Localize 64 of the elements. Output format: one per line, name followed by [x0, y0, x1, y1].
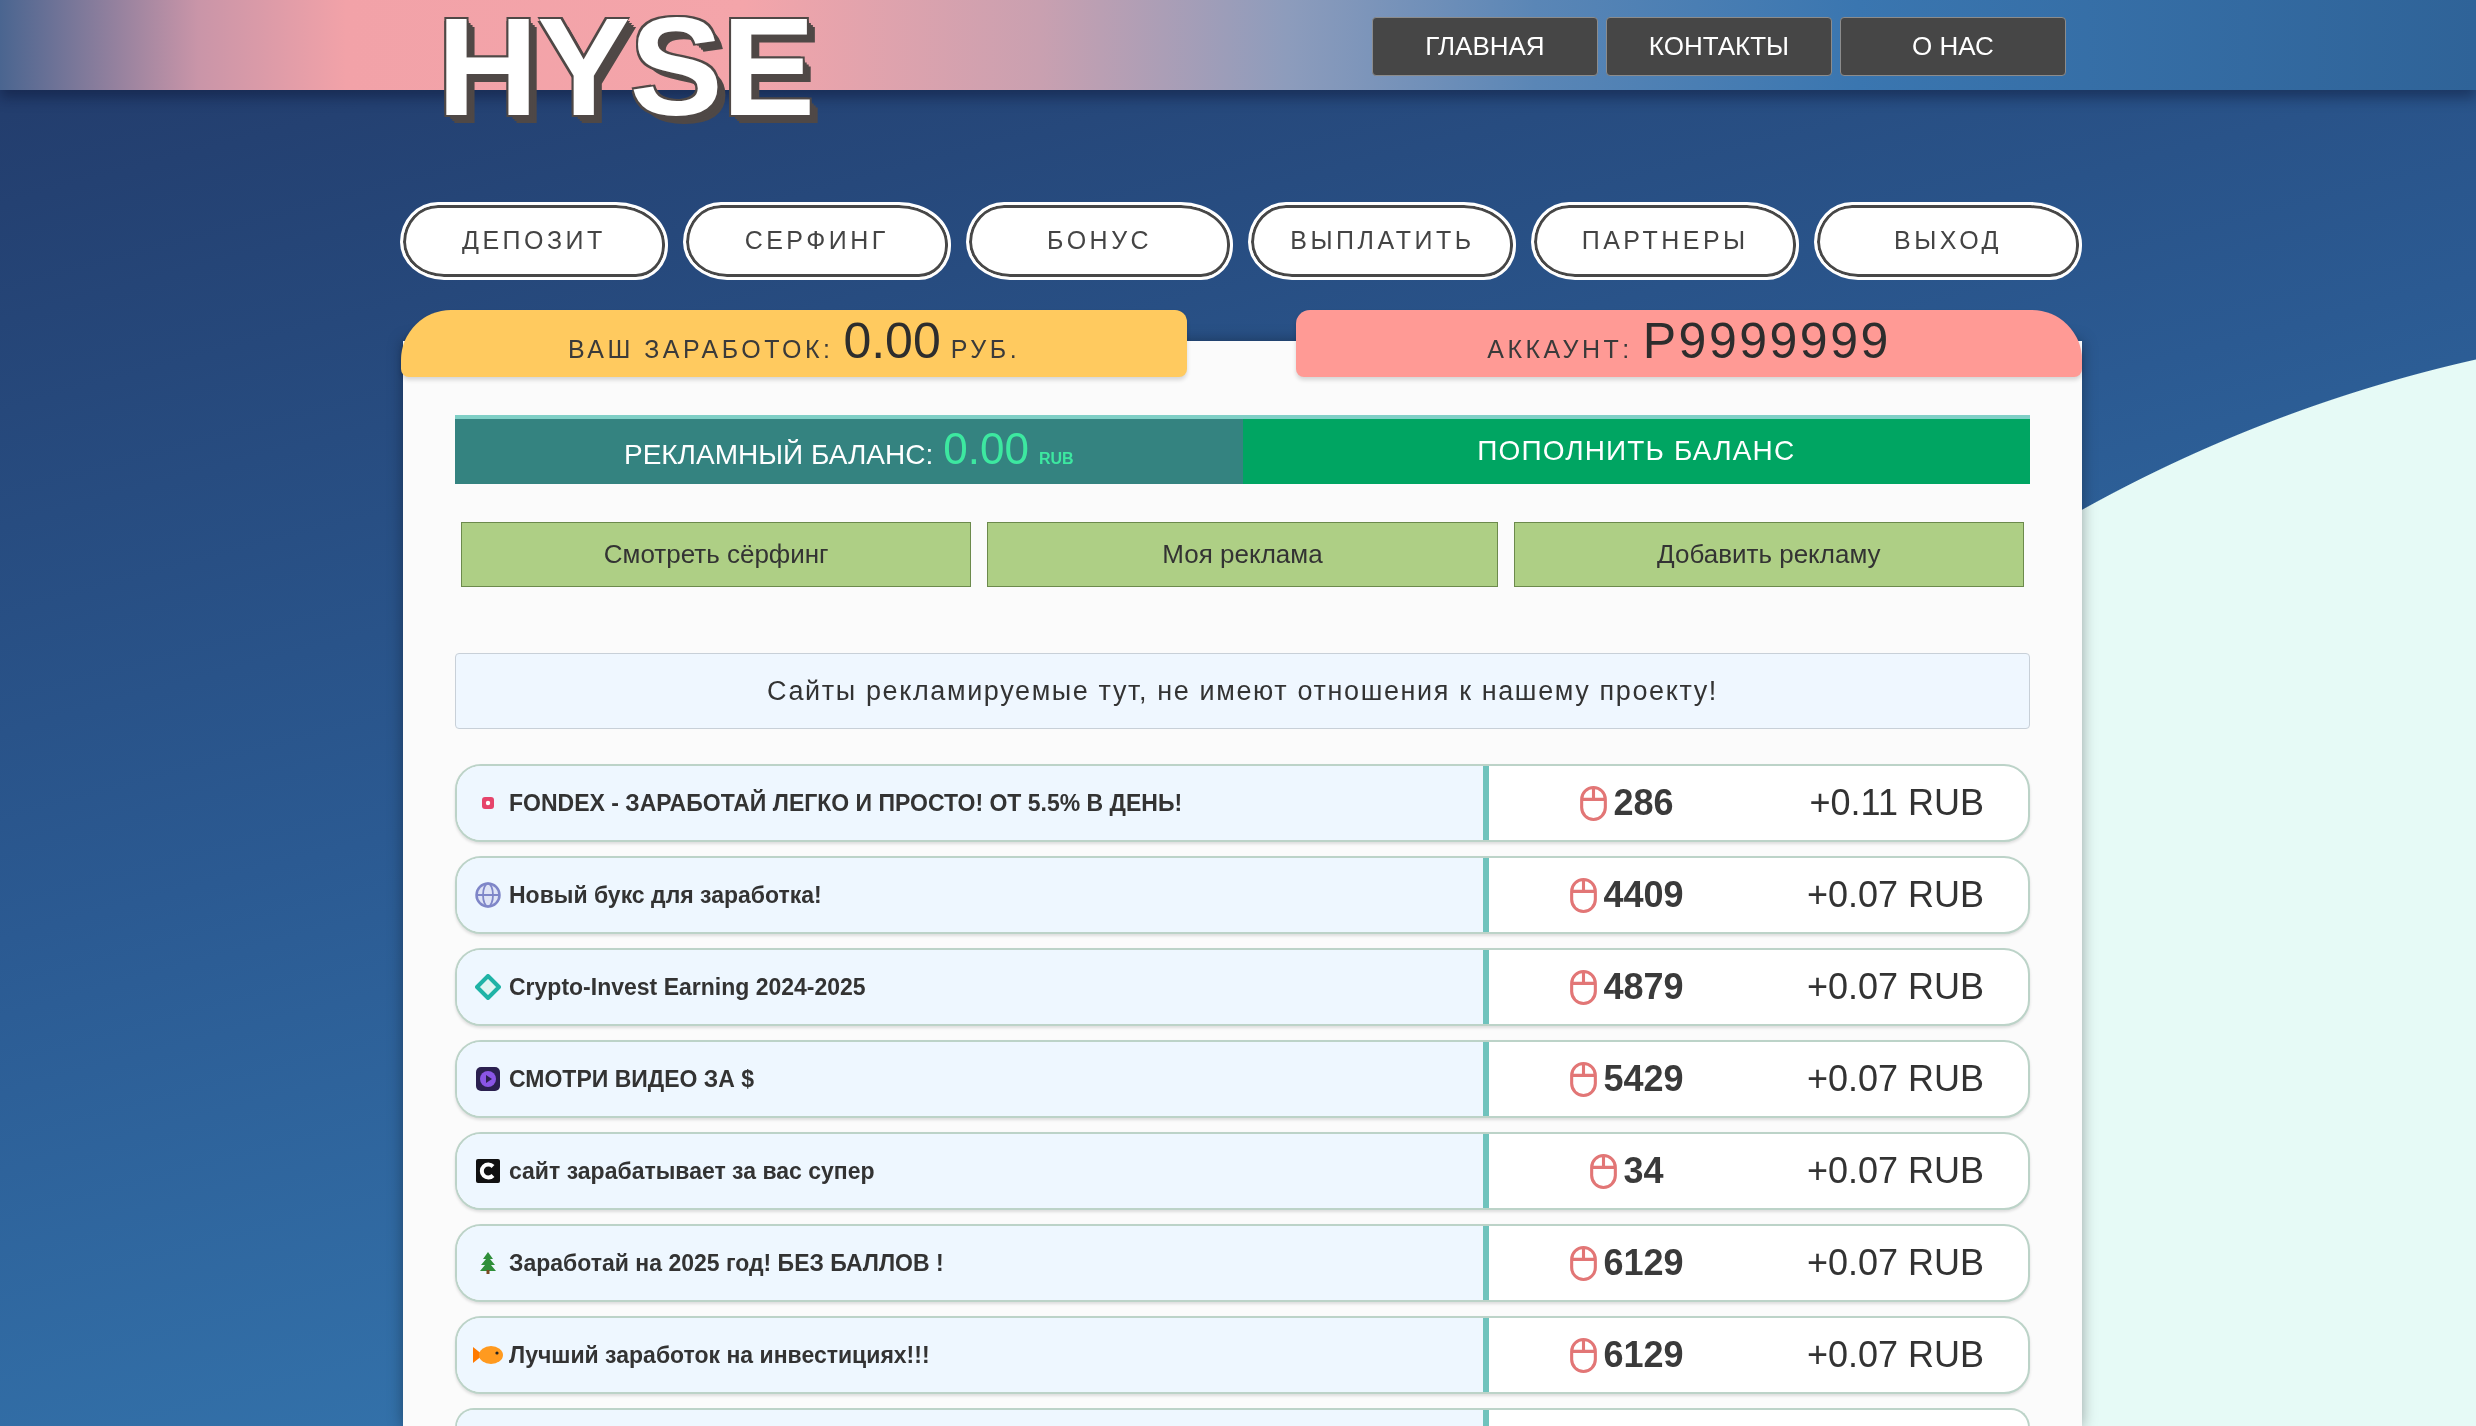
menu-tab[interactable]: ДЕПОЗИТ	[400, 202, 668, 280]
globe-icon	[475, 882, 501, 908]
account-label: АККАУНТ:	[1487, 334, 1633, 365]
mouse-icon	[1570, 877, 1598, 913]
mouse-icon	[1590, 1153, 1618, 1189]
diamond-icon	[475, 974, 501, 1000]
action-button[interactable]: Добавить рекламу	[1513, 522, 2024, 587]
reward-amount: +0.07 RUB	[1805, 873, 1985, 917]
click-count: 5429	[1603, 1057, 1684, 1101]
reward-amount: +0.07 RUB	[1805, 1149, 1985, 1193]
square-logo-icon	[476, 1159, 500, 1183]
mouse-icon	[1580, 785, 1608, 821]
ad-title: Лучший заработок на инвестициях!!!	[509, 1340, 930, 1370]
mouse-icon	[1570, 969, 1598, 1005]
ad-row[interactable]: Лучший заработок на инвестициях!!! 6129 +0.07 RUB	[455, 1316, 2030, 1394]
ad-title: сайт зарабатывает за вас супер	[509, 1156, 875, 1186]
tree-icon	[480, 1252, 496, 1274]
nav-link[interactable]: КОНТАКТЫ	[1606, 17, 1832, 76]
ad-row[interactable]: сайт зарабатывает за вас супер 34 +0.07 RUB	[455, 1132, 2030, 1210]
earnings-label: ВАШ ЗАРАБОТОК:	[567, 334, 834, 365]
dot-icon	[482, 797, 494, 809]
nav-link[interactable]: О НАС	[1840, 17, 2066, 76]
fish-icon	[473, 1344, 503, 1366]
ad-row[interactable]	[455, 1408, 2030, 1426]
reward-amount: +0.11 RUB	[1808, 781, 1985, 825]
click-count: 286	[1613, 781, 1674, 825]
menu-tab[interactable]: БОНУС	[965, 202, 1234, 280]
ad-title: Crypto-Invest Earning 2024-2025	[509, 972, 866, 1002]
ad-row[interactable]: FONDEX - ЗАРАБОТАЙ ЛЕГКО И ПРОСТО! ОТ 5.5% В ДЕНЬ! 286 +0.11 RUB	[455, 764, 2030, 842]
reward-amount: +0.07 RUB	[1805, 965, 1985, 1009]
reward-amount: +0.07 RUB	[1805, 1333, 1985, 1377]
earnings-unit: РУБ.	[950, 334, 1021, 365]
ad-balance-unit: RUB	[1038, 449, 1074, 469]
notice-banner: Сайты рекламируемые тут, не имеют отношения к нашему проекту!	[455, 653, 2030, 729]
ad-title: FONDEX - ЗАРАБОТАЙ ЛЕГКО И ПРОСТО! ОТ 5.5% В ДЕНЬ!	[509, 788, 1183, 818]
menu-tab[interactable]: СЕРФИНГ	[682, 202, 951, 280]
ad-row[interactable]: Crypto-Invest Earning 2024-2025 4879 +0.07 RUB	[455, 948, 2030, 1026]
nav-link[interactable]: ГЛАВНАЯ	[1372, 17, 1598, 76]
ad-balance-label: РЕКЛАМНЫЙ БАЛАНС:	[623, 438, 934, 472]
reward-amount: +0.07 RUB	[1805, 1241, 1985, 1285]
menu-tab[interactable]: ВЫПЛАТИТЬ	[1248, 202, 1517, 280]
action-button[interactable]: Моя реклама	[987, 522, 1498, 587]
account-id: P9999999	[1642, 316, 1891, 366]
ad-title: СМОТРИ ВИДЕО ЗА $	[509, 1064, 754, 1094]
click-count: 6129	[1603, 1241, 1684, 1285]
menu-tab[interactable]: ПАРТНЕРЫ	[1531, 202, 1800, 280]
ad-row[interactable]: Заработай на 2025 год! БЕЗ БАЛЛОВ ! 6129 +0.07 RUB	[455, 1224, 2030, 1302]
ad-row[interactable]: Новый букс для заработка! 4409 +0.07 RUB	[455, 856, 2030, 934]
reward-amount: +0.07 RUB	[1805, 1057, 1985, 1101]
ad-title: Заработай на 2025 год! БЕЗ БАЛЛОВ !	[509, 1248, 944, 1278]
mouse-icon	[1570, 1061, 1598, 1097]
mouse-icon	[1570, 1245, 1598, 1281]
ad-row[interactable]: СМОТРИ ВИДЕО ЗА $ 5429 +0.07 RUB	[455, 1040, 2030, 1118]
click-count: 4879	[1603, 965, 1684, 1009]
ad-balance-value: 0.00	[943, 427, 1029, 471]
click-count: 4409	[1603, 873, 1684, 917]
click-count: 6129	[1603, 1333, 1684, 1377]
ad-title: Новый букс для заработка!	[509, 880, 822, 910]
mouse-icon	[1570, 1337, 1598, 1373]
menu-tab[interactable]: ВЫХОД	[1814, 202, 2082, 280]
click-count: 34	[1623, 1149, 1664, 1193]
earnings-value: 0.00	[843, 316, 941, 366]
action-button[interactable]: Смотреть сёрфинг	[461, 522, 972, 587]
play-icon	[476, 1067, 500, 1091]
